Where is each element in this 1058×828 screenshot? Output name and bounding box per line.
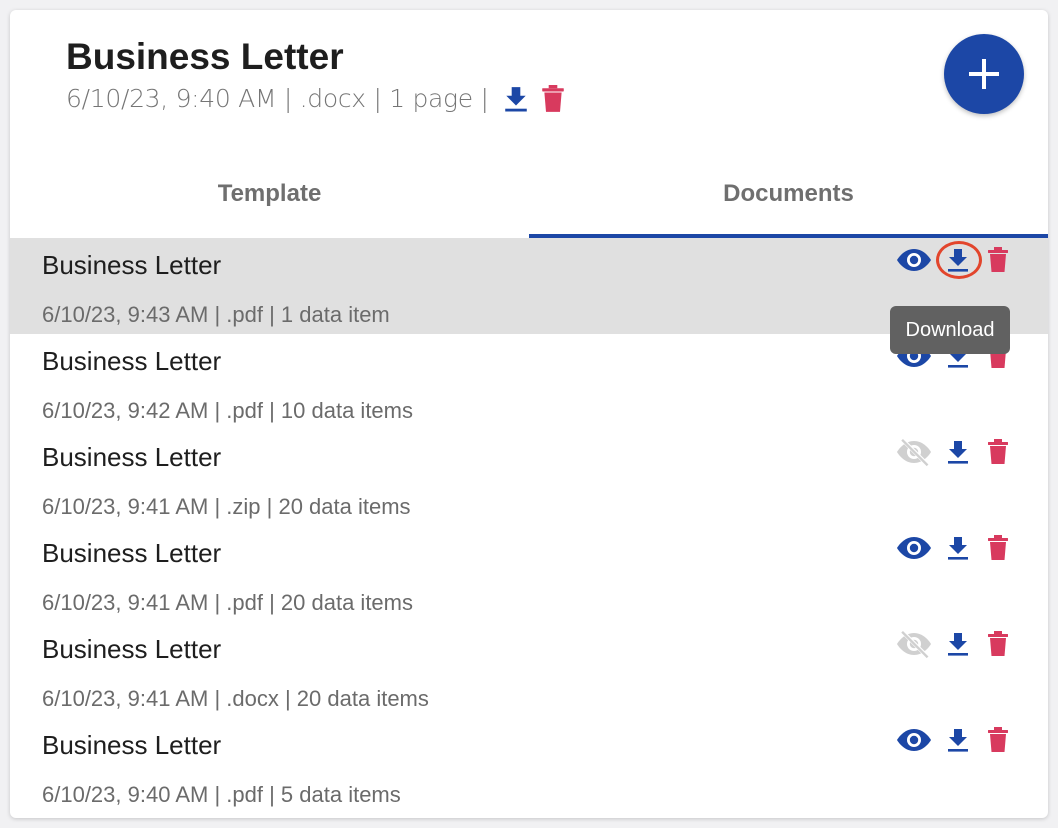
eye-icon[interactable]	[894, 724, 934, 756]
document-row[interactable]: Business Letter 6/10/23, 9:40 AM | .pdf …	[10, 718, 1048, 814]
delete-icon[interactable]	[541, 84, 565, 113]
tab-template[interactable]: Template	[10, 150, 529, 238]
download-tooltip: Download	[890, 306, 1010, 354]
document-row[interactable]: Business Letter 6/10/23, 9:41 AM | .docx…	[10, 622, 1048, 718]
document-name: Business Letter	[42, 634, 222, 664]
eye-icon[interactable]	[894, 244, 934, 276]
document-meta: 6/10/23, 9:41 AM | .pdf | 20 data items	[42, 590, 413, 615]
delete-icon[interactable]	[980, 244, 1016, 276]
delete-icon[interactable]	[980, 436, 1016, 468]
document-meta: 6/10/23, 9:40 AM | .pdf | 5 data items	[42, 782, 401, 807]
document-actions	[894, 436, 1016, 468]
document-name: Business Letter	[42, 730, 222, 760]
template-title: Business Letter	[66, 36, 344, 77]
download-icon[interactable]	[936, 241, 982, 279]
template-meta-row: 6/10/23, 9:40 AM | .docx | 1 page |	[66, 84, 565, 113]
document-name: Business Letter	[42, 538, 222, 568]
card-header: Business Letter 6/10/23, 9:40 AM | .docx…	[10, 10, 1048, 150]
eye-icon[interactable]	[894, 532, 934, 564]
download-icon[interactable]	[938, 628, 978, 660]
document-row[interactable]: Business Letter 6/10/23, 9:41 AM | .pdf …	[10, 526, 1048, 622]
delete-icon[interactable]	[980, 628, 1016, 660]
document-meta: 6/10/23, 9:42 AM | .pdf | 10 data items	[42, 398, 413, 423]
add-button[interactable]	[944, 34, 1024, 114]
plus-icon	[967, 57, 1001, 91]
tab-documents[interactable]: Documents	[529, 150, 1048, 238]
tab-template-label: Template	[217, 180, 322, 207]
document-meta: 6/10/23, 9:43 AM | .pdf | 1 data item	[42, 302, 390, 327]
document-actions	[894, 532, 1016, 564]
download-icon[interactable]	[503, 85, 529, 113]
document-meta: 6/10/23, 9:41 AM | .zip | 20 data items	[42, 494, 411, 519]
delete-icon[interactable]	[980, 724, 1016, 756]
delete-icon[interactable]	[980, 532, 1016, 564]
document-name: Business Letter	[42, 250, 222, 280]
tab-bar: Template Documents	[10, 150, 1048, 238]
document-actions	[894, 724, 1016, 756]
document-row[interactable]: Business Letter 6/10/23, 9:41 AM | .zip …	[10, 430, 1048, 526]
template-card: Business Letter 6/10/23, 9:40 AM | .docx…	[10, 10, 1048, 818]
tab-documents-label: Documents	[723, 180, 854, 207]
download-icon[interactable]	[938, 436, 978, 468]
document-meta: 6/10/23, 9:41 AM | .docx | 20 data items	[42, 686, 429, 711]
document-actions	[894, 241, 1016, 279]
eye-off-icon	[894, 436, 934, 468]
eye-off-icon	[894, 628, 934, 660]
document-name: Business Letter	[42, 442, 222, 472]
download-icon[interactable]	[938, 724, 978, 756]
template-meta: 6/10/23, 9:40 AM | .docx | 1 page |	[66, 84, 489, 113]
document-name: Business Letter	[42, 346, 222, 376]
download-icon[interactable]	[938, 532, 978, 564]
document-actions	[894, 628, 1016, 660]
